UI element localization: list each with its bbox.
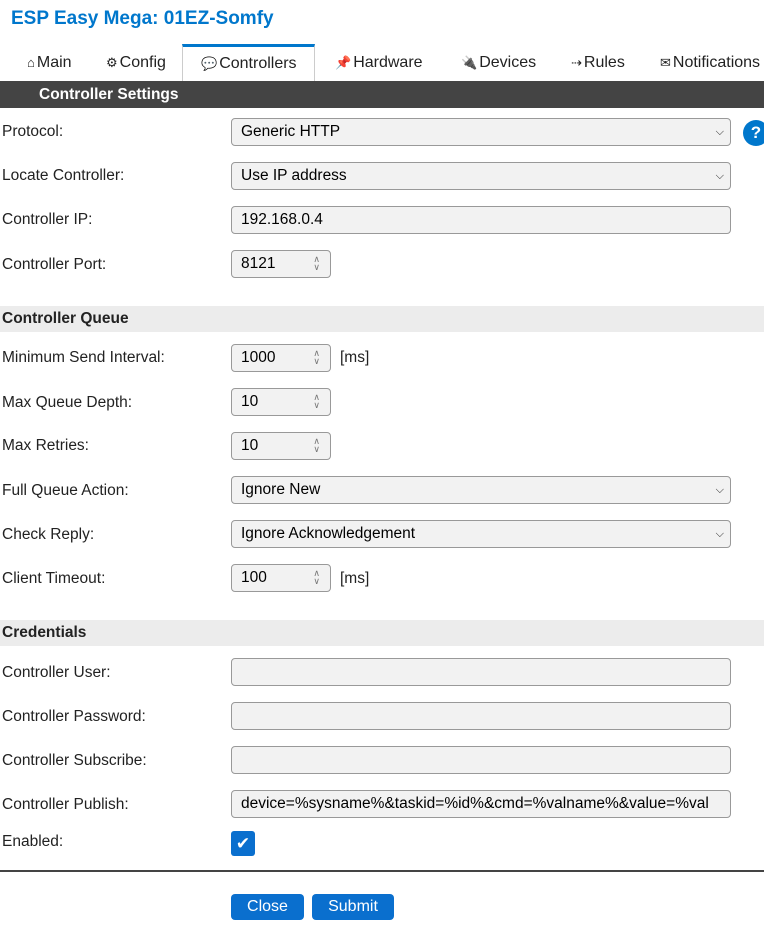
- check-reply-select[interactable]: Ignore Acknowledgement ⌵: [231, 520, 731, 548]
- controller-password-input[interactable]: [231, 702, 731, 730]
- max-queue-depth-input[interactable]: 10 ∧ ∨: [231, 388, 331, 416]
- client-timeout-input[interactable]: 100 ∧ ∨: [231, 564, 331, 592]
- controller-port-input[interactable]: 8121 ∧ ∨: [231, 250, 331, 278]
- controller-queue-header: Controller Queue: [0, 306, 764, 332]
- client-timeout-unit: [ms]: [340, 570, 370, 587]
- page-header: ESP Easy Mega: 01EZ-Somfy: [0, 0, 764, 38]
- full-queue-action-label: Full Queue Action:: [2, 482, 129, 499]
- locate-controller-select[interactable]: Use IP address ⌵: [231, 162, 731, 190]
- chevron-down-icon: ⌵: [715, 170, 724, 182]
- spinner-icon[interactable]: ∧ ∨: [313, 349, 320, 366]
- locate-controller-label: Locate Controller:: [2, 167, 125, 184]
- max-retries-label: Max Retries:: [2, 437, 89, 454]
- tab-main[interactable]: ⌂ Main: [27, 44, 72, 81]
- full-queue-action-select[interactable]: Ignore New ⌵: [231, 476, 731, 504]
- spinner-icon[interactable]: ∧ ∨: [313, 569, 320, 586]
- chevron-down-icon: ⌵: [715, 528, 724, 540]
- controller-ip-label: Controller IP:: [2, 211, 93, 228]
- spinner-icon[interactable]: ∧ ∨: [313, 393, 320, 410]
- controller-subscribe-input[interactable]: [231, 746, 731, 774]
- tab-config[interactable]: ⚙ Config: [106, 44, 166, 81]
- check-reply-label: Check Reply:: [2, 526, 95, 543]
- controller-user-input[interactable]: [231, 658, 731, 686]
- submit-button[interactable]: Submit: [312, 894, 394, 920]
- controller-ip-input[interactable]: 192.168.0.4: [231, 206, 731, 234]
- max-retries-input[interactable]: 10 ∧ ∨: [231, 432, 331, 460]
- controller-user-label: Controller User:: [2, 664, 111, 681]
- divider: [0, 870, 764, 872]
- checkmark-icon: ✔: [235, 834, 251, 853]
- min-send-interval-input[interactable]: 1000 ∧ ∨: [231, 344, 331, 372]
- enabled-checkbox[interactable]: ✔: [231, 831, 255, 856]
- controller-password-label: Controller Password:: [2, 708, 146, 725]
- client-timeout-label: Client Timeout:: [2, 570, 106, 587]
- tab-rules[interactable]: ⇢ Rules: [571, 44, 625, 81]
- help-icon[interactable]: ?: [743, 120, 764, 146]
- min-send-interval-label: Minimum Send Interval:: [2, 349, 165, 366]
- controller-subscribe-label: Controller Subscribe:: [2, 752, 147, 769]
- chevron-down-icon: ⌵: [715, 126, 724, 138]
- tab-devices[interactable]: 🔌 Devices: [461, 44, 536, 81]
- speech-bubble-icon: 💬: [201, 56, 218, 71]
- credentials-header: Credentials: [0, 620, 764, 646]
- spinner-icon[interactable]: ∧ ∨: [313, 255, 320, 272]
- protocol-label: Protocol:: [2, 123, 64, 140]
- controller-publish-input[interactable]: device=%sysname%&taskid=%id%&cmd=%valnam…: [231, 790, 731, 818]
- app-title: ESP Easy Mega: 01EZ-Somfy: [11, 8, 274, 29]
- plug-icon: 🔌: [461, 55, 478, 70]
- controller-settings-header: Controller Settings: [0, 81, 764, 108]
- chevron-down-icon: ⌵: [715, 484, 724, 496]
- tab-hardware[interactable]: 📌 Hardware: [335, 44, 423, 81]
- tab-notifications[interactable]: ✉ Notifications: [660, 44, 760, 81]
- close-button[interactable]: Close: [231, 894, 304, 920]
- max-queue-depth-label: Max Queue Depth:: [2, 394, 133, 411]
- envelope-icon: ✉: [660, 55, 671, 70]
- arrow-icon: ⇢: [571, 55, 582, 70]
- controller-publish-label: Controller Publish:: [2, 796, 129, 813]
- home-icon: ⌂: [27, 55, 35, 70]
- spinner-icon[interactable]: ∧ ∨: [313, 437, 320, 454]
- min-send-interval-unit: [ms]: [340, 349, 370, 366]
- protocol-select[interactable]: Generic HTTP ⌵: [231, 118, 731, 146]
- pin-icon: 📌: [335, 55, 352, 70]
- tab-bar: ⌂ Main ⚙ Config 💬 Controllers 📌 Hardware 🔌 De…: [0, 44, 764, 81]
- enabled-label: Enabled:: [2, 833, 64, 850]
- controller-port-label: Controller Port:: [2, 256, 107, 273]
- tab-controllers[interactable]: 💬 Controllers: [182, 44, 315, 81]
- gear-icon: ⚙: [106, 55, 118, 70]
